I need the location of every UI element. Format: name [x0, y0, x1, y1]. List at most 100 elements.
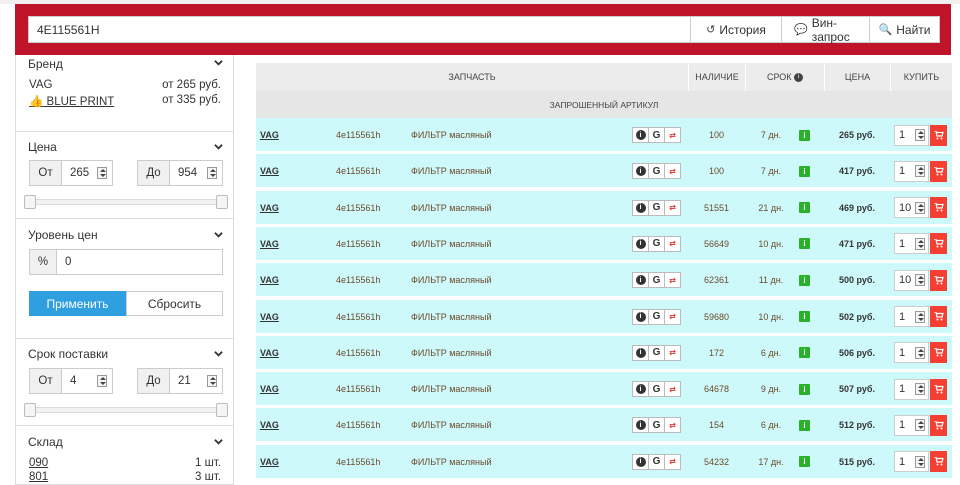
google-icon[interactable]: G	[648, 417, 665, 434]
spinner-icon[interactable]	[915, 274, 925, 287]
price-slider[interactable]	[24, 195, 228, 209]
spinner-icon[interactable]	[97, 375, 107, 387]
crosses-icon[interactable]: ⇄	[664, 199, 681, 216]
spinner-icon[interactable]	[915, 201, 925, 214]
price-to-input[interactable]: До 954	[137, 160, 223, 186]
info-icon[interactable]: i	[632, 163, 649, 180]
warehouse-item[interactable]: 801 3 шт.	[29, 471, 221, 483]
slider-handle-max[interactable]	[216, 403, 228, 417]
crosses-icon[interactable]: ⇄	[664, 308, 681, 325]
delivery-from-input[interactable]: От 4	[29, 368, 113, 394]
spinner-icon[interactable]	[915, 310, 925, 323]
quantity-stepper[interactable]: 10	[894, 269, 929, 291]
row-brand-link[interactable]: VAG	[260, 239, 279, 249]
google-icon[interactable]: G	[648, 453, 665, 470]
crosses-icon[interactable]: ⇄	[664, 381, 681, 398]
row-brand-link[interactable]: VAG	[260, 457, 279, 467]
info-icon[interactable]: i	[799, 383, 810, 395]
info-icon[interactable]: i	[799, 419, 810, 431]
row-brand-link[interactable]: VAG	[260, 348, 279, 358]
google-icon[interactable]: G	[648, 127, 665, 143]
info-icon[interactable]: i	[632, 381, 649, 398]
info-icon[interactable]: i	[632, 417, 649, 434]
apply-button[interactable]: Применить	[29, 291, 126, 316]
warehouse-item[interactable]: 090 1 шт.	[29, 457, 221, 469]
add-to-cart-button[interactable]	[930, 160, 947, 182]
delivery-to-input[interactable]: До 21	[137, 368, 223, 394]
add-to-cart-button[interactable]	[930, 197, 947, 219]
add-to-cart-button[interactable]	[930, 306, 947, 327]
google-icon[interactable]: G	[648, 199, 665, 216]
slider-handle-min[interactable]	[24, 403, 36, 417]
slider-handle-max[interactable]	[216, 195, 228, 209]
info-icon[interactable]: i	[632, 344, 649, 361]
row-brand-link[interactable]: VAG	[260, 312, 279, 322]
spinner-icon[interactable]	[915, 419, 925, 432]
add-to-cart-button[interactable]	[930, 269, 947, 291]
row-brand-link[interactable]: VAG	[260, 384, 279, 394]
spinner-icon[interactable]	[915, 129, 925, 141]
info-icon[interactable]: i	[632, 272, 649, 289]
info-icon[interactable]: i	[799, 129, 810, 141]
crosses-icon[interactable]: ⇄	[664, 272, 681, 289]
google-icon[interactable]: G	[648, 308, 665, 325]
quantity-stepper[interactable]: 1	[894, 451, 929, 473]
crosses-icon[interactable]: ⇄	[664, 235, 681, 252]
google-icon[interactable]: G	[648, 344, 665, 361]
spinner-icon[interactable]	[915, 165, 925, 178]
google-icon[interactable]: G	[648, 381, 665, 398]
info-icon[interactable]: i	[799, 274, 810, 286]
info-icon[interactable]: i	[799, 456, 810, 468]
vin-request-button[interactable]: 💬 Вин-запрос	[781, 16, 869, 44]
price-level-input[interactable]: % 0	[29, 249, 223, 275]
search-input[interactable]	[29, 17, 690, 42]
crosses-icon[interactable]: ⇄	[664, 453, 681, 470]
info-icon[interactable]: i	[799, 165, 810, 177]
quantity-stepper[interactable]: 1	[894, 306, 929, 327]
spinner-icon[interactable]	[207, 167, 217, 179]
add-to-cart-button[interactable]	[930, 233, 947, 255]
quantity-stepper[interactable]: 1	[894, 414, 929, 436]
brand-item[interactable]: VAG от 265 руб.	[29, 79, 221, 91]
row-brand-link[interactable]: VAG	[260, 166, 279, 176]
history-button[interactable]: ↺ История	[690, 17, 781, 42]
quantity-stepper[interactable]: 1	[894, 160, 929, 182]
price-from-input[interactable]: От 265	[29, 160, 113, 186]
add-to-cart-button[interactable]	[930, 378, 947, 400]
quantity-stepper[interactable]: 1	[894, 233, 929, 255]
add-to-cart-button[interactable]	[930, 342, 947, 364]
add-to-cart-button[interactable]	[930, 414, 947, 436]
google-icon[interactable]: G	[648, 163, 665, 180]
quantity-stepper[interactable]: 1	[894, 342, 929, 364]
chevron-down-icon[interactable]	[214, 349, 223, 358]
crosses-icon[interactable]: ⇄	[664, 344, 681, 361]
row-brand-link[interactable]: VAG	[260, 203, 279, 213]
add-to-cart-button[interactable]	[930, 124, 947, 146]
info-icon[interactable]: i	[632, 453, 649, 470]
spinner-icon[interactable]	[97, 167, 107, 179]
info-icon[interactable]: i	[794, 72, 804, 82]
row-brand-link[interactable]: VAG	[260, 130, 279, 140]
info-icon[interactable]: i	[799, 202, 810, 214]
quantity-stepper[interactable]: 1	[894, 124, 929, 146]
info-icon[interactable]: i	[632, 235, 649, 252]
slider-handle-min[interactable]	[24, 195, 36, 209]
chevron-down-icon[interactable]	[214, 437, 223, 446]
crosses-icon[interactable]: ⇄	[664, 417, 681, 434]
spinner-icon[interactable]	[915, 346, 925, 359]
delivery-slider[interactable]	[24, 403, 228, 417]
spinner-icon[interactable]	[207, 375, 217, 387]
spinner-icon[interactable]	[915, 237, 925, 250]
row-brand-link[interactable]: VAG	[260, 420, 279, 430]
quantity-stepper[interactable]: 10	[894, 197, 929, 219]
row-brand-link[interactable]: VAG	[260, 275, 279, 285]
chevron-down-icon[interactable]	[214, 58, 223, 67]
info-icon[interactable]: i	[632, 127, 649, 143]
info-icon[interactable]: i	[632, 308, 649, 325]
find-button[interactable]: 🔍 Найти	[869, 17, 939, 42]
info-icon[interactable]: i	[632, 199, 649, 216]
crosses-icon[interactable]: ⇄	[664, 127, 681, 143]
google-icon[interactable]: G	[648, 272, 665, 289]
info-icon[interactable]: i	[799, 311, 810, 322]
info-icon[interactable]: i	[799, 347, 810, 359]
